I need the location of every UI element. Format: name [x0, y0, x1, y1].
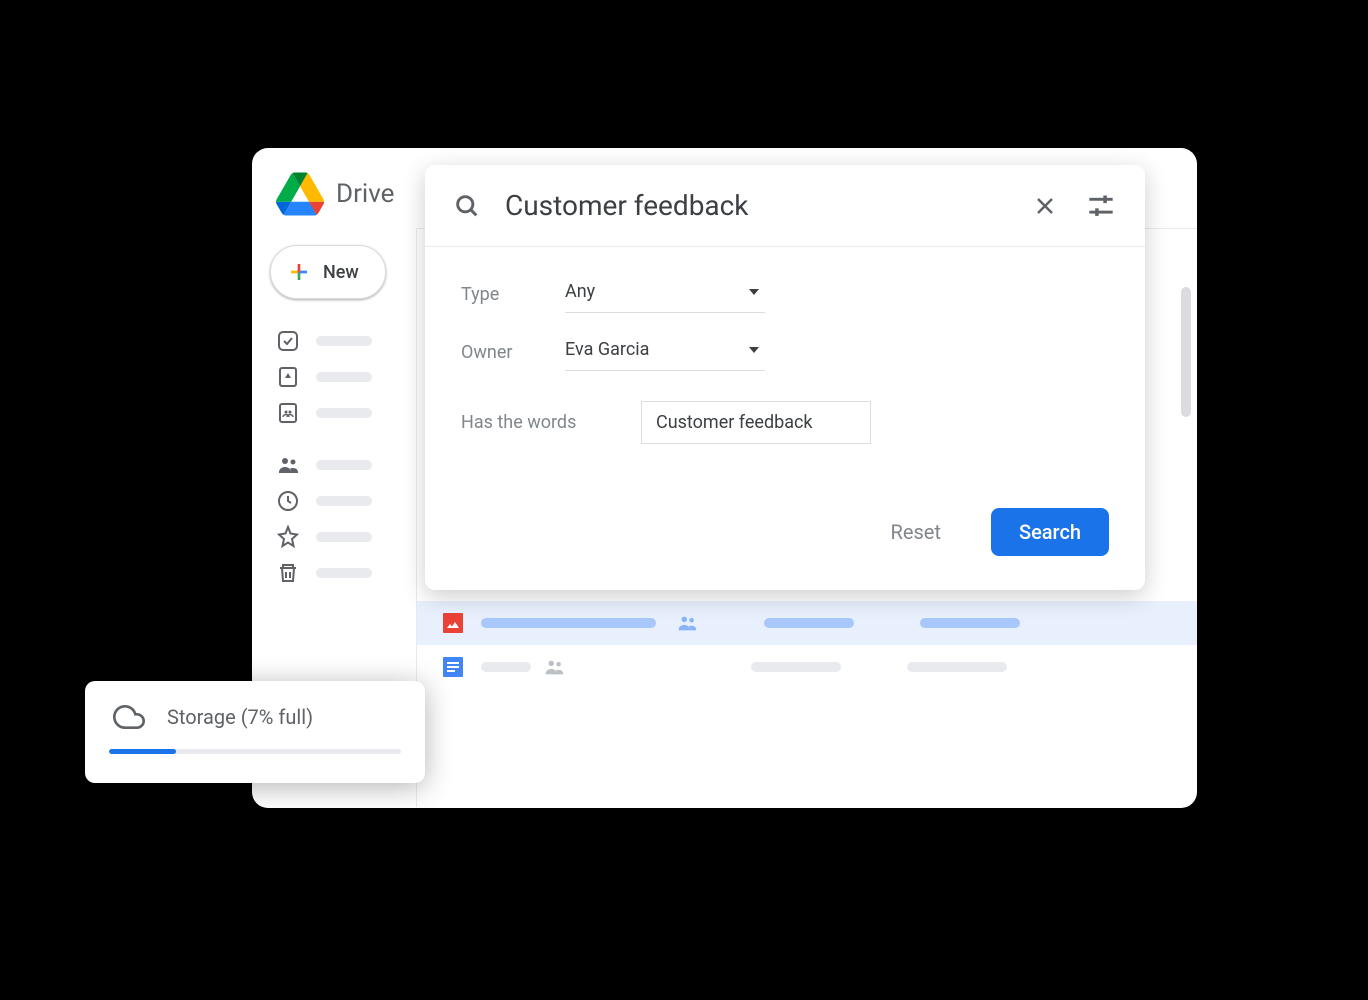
- shared-drive-icon: [276, 401, 300, 425]
- drive-icon: [276, 365, 300, 389]
- docs-file-icon: [441, 655, 465, 679]
- type-label: Type: [461, 284, 565, 305]
- filters-body: Type Any Owner Eva Garcia Has the words: [425, 247, 1145, 492]
- type-select[interactable]: Any: [565, 275, 765, 313]
- search-actions: Reset Search: [425, 492, 1145, 556]
- search-icon: [453, 192, 481, 220]
- sidebar-item-shared[interactable]: [262, 447, 406, 483]
- filter-icon: [1087, 192, 1115, 220]
- owner-select[interactable]: Eva Garcia: [565, 333, 765, 371]
- nav-label-placeholder: [316, 336, 372, 346]
- file-col-placeholder: [751, 662, 841, 672]
- file-name-placeholder: [481, 662, 531, 672]
- words-label: Has the words: [461, 412, 621, 433]
- file-col-placeholder: [907, 662, 1007, 672]
- nav-label-placeholder: [316, 408, 372, 418]
- sidebar-item-priority[interactable]: [262, 323, 406, 359]
- search-options-button[interactable]: [1085, 190, 1117, 222]
- new-button[interactable]: New: [270, 245, 386, 299]
- chevron-down-icon: [749, 289, 759, 295]
- shared-icon: [676, 612, 698, 634]
- owner-label: Owner: [461, 342, 565, 363]
- trash-icon: [276, 561, 300, 585]
- file-row-image[interactable]: [417, 601, 1197, 645]
- filter-row-type: Type Any: [461, 275, 1109, 313]
- scrollbar-thumb[interactable]: [1181, 287, 1191, 417]
- file-col-placeholder: [920, 618, 1020, 628]
- advanced-search-panel: Customer feedback Type Any Owner Eva Gar…: [425, 165, 1145, 590]
- reset-button[interactable]: Reset: [881, 510, 951, 554]
- chevron-down-icon: [749, 347, 759, 353]
- new-button-label: New: [323, 262, 359, 283]
- sidebar-item-my-drive[interactable]: [262, 359, 406, 395]
- storage-card[interactable]: Storage (7% full): [85, 681, 425, 783]
- people-icon: [276, 453, 300, 477]
- storage-label: Storage (7% full): [167, 705, 313, 729]
- nav-label-placeholder: [316, 496, 372, 506]
- drive-logo-icon: [276, 172, 324, 216]
- search-query-text[interactable]: Customer feedback: [505, 189, 1005, 222]
- nav-label-placeholder: [316, 568, 372, 578]
- checkbox-icon: [276, 329, 300, 353]
- cloud-icon: [109, 701, 149, 733]
- filter-row-owner: Owner Eva Garcia: [461, 333, 1109, 371]
- image-file-icon: [441, 611, 465, 635]
- nav-label-placeholder: [316, 532, 372, 542]
- file-row-doc[interactable]: [417, 645, 1197, 689]
- words-input[interactable]: [641, 401, 871, 444]
- sidebar-item-trash[interactable]: [262, 555, 406, 591]
- sidebar-item-shared-drives[interactable]: [262, 395, 406, 431]
- close-icon: [1033, 194, 1057, 218]
- storage-progress-fill: [109, 749, 176, 754]
- file-name-placeholder: [481, 618, 656, 628]
- nav-label-placeholder: [316, 372, 372, 382]
- sidebar-item-starred[interactable]: [262, 519, 406, 555]
- plus-icon: [287, 260, 311, 284]
- clock-icon: [276, 489, 300, 513]
- sidebar-item-recent[interactable]: [262, 483, 406, 519]
- filter-row-words: Has the words: [461, 401, 1109, 444]
- search-header: Customer feedback: [425, 165, 1145, 247]
- nav-label-placeholder: [316, 460, 372, 470]
- star-icon: [276, 525, 300, 549]
- clear-search-button[interactable]: [1029, 190, 1061, 222]
- storage-progress-bar: [109, 749, 401, 754]
- app-title: Drive: [336, 179, 394, 209]
- file-col-placeholder: [764, 618, 854, 628]
- owner-value: Eva Garcia: [565, 339, 649, 360]
- shared-icon: [543, 656, 565, 678]
- search-button[interactable]: Search: [991, 508, 1109, 556]
- type-value: Any: [565, 281, 595, 302]
- storage-header: Storage (7% full): [109, 701, 401, 733]
